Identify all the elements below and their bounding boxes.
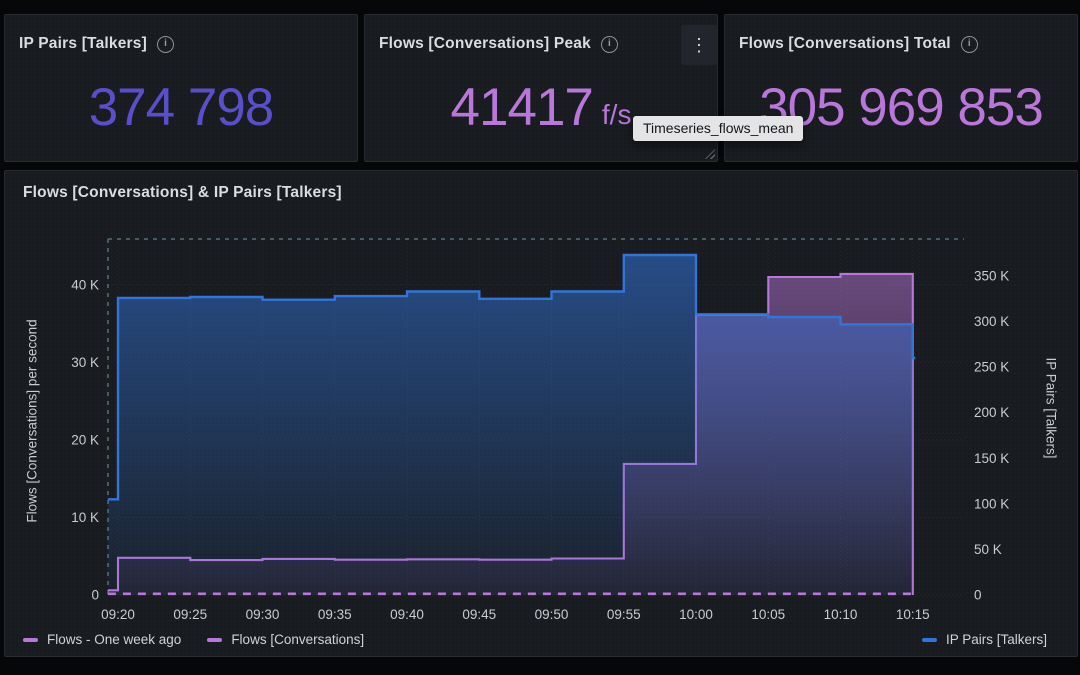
panel-header: Flows [Conversations] Total i [725, 15, 1077, 53]
svg-text:50 K: 50 K [974, 542, 1002, 557]
svg-text:10 K: 10 K [71, 510, 99, 525]
svg-text:350 K: 350 K [974, 269, 1009, 284]
tooltip: Timeseries_flows_mean [633, 116, 803, 141]
svg-text:09:30: 09:30 [246, 607, 280, 622]
y-axis-label-left: Flows [Conversations] per second [25, 319, 40, 522]
svg-text:09:25: 09:25 [173, 607, 207, 622]
legend-swatch-icon [207, 638, 222, 642]
svg-text:10:00: 10:00 [679, 607, 713, 622]
svg-text:09:45: 09:45 [462, 607, 496, 622]
legend-item-flows[interactable]: Flows [Conversations] [207, 632, 364, 647]
legend-label: Flows - One week ago [47, 632, 181, 647]
svg-text:09:35: 09:35 [318, 607, 352, 622]
svg-text:150 K: 150 K [974, 451, 1009, 466]
panel-title: IP Pairs [Talkers] [19, 35, 147, 53]
timeseries-panel: Flows [Conversations] & IP Pairs [Talker… [4, 170, 1078, 657]
svg-text:10:05: 10:05 [751, 607, 785, 622]
svg-text:20 K: 20 K [71, 432, 99, 447]
info-icon[interactable]: i [157, 36, 174, 53]
svg-text:0: 0 [91, 588, 99, 603]
legend-label: IP Pairs [Talkers] [946, 632, 1047, 647]
svg-text:10:15: 10:15 [896, 607, 930, 622]
svg-text:09:55: 09:55 [607, 607, 641, 622]
panel-title: Flows [Conversations] Total [739, 35, 951, 53]
legend-item-flows-week-ago[interactable]: Flows - One week ago [23, 632, 181, 647]
svg-text:40 K: 40 K [71, 277, 99, 292]
svg-text:30 K: 30 K [71, 355, 99, 370]
svg-text:300 K: 300 K [974, 314, 1009, 329]
timeseries-plot[interactable]: 0 10 K 20 K 30 K 40 K 0 50 K 100 K 150 K 200 K 250… [5, 171, 1077, 656]
grafana-dashboard: { "stat_panels": [ {"title": "IP Pairs [… [0, 0, 1080, 675]
stat-value: 374 798 [5, 59, 357, 155]
svg-text:0: 0 [974, 588, 982, 603]
legend-label: Flows [Conversations] [231, 632, 364, 647]
panel-header: Flows [Conversations] Peak i [365, 15, 717, 53]
info-icon[interactable]: i [601, 36, 618, 53]
legend-item-ip-pairs[interactable]: IP Pairs [Talkers] [922, 632, 1047, 647]
panel-title: Flows [Conversations] Peak [379, 35, 591, 53]
stat-panel-ip-pairs: IP Pairs [Talkers] i 374 798 [4, 14, 358, 162]
legend: Flows - One week ago Flows [Conversation… [23, 632, 1047, 647]
info-icon[interactable]: i [961, 36, 978, 53]
svg-text:09:40: 09:40 [390, 607, 424, 622]
panel-header: IP Pairs [Talkers] i [5, 15, 357, 53]
svg-text:09:50: 09:50 [535, 607, 569, 622]
svg-text:09:20: 09:20 [101, 607, 135, 622]
y-axis-label-right: IP Pairs [Talkers] [1044, 357, 1059, 458]
stat-unit: f/s [602, 99, 632, 131]
svg-text:250 K: 250 K [974, 360, 1009, 375]
svg-text:200 K: 200 K [974, 405, 1009, 420]
legend-swatch-icon [23, 638, 38, 642]
svg-text:10:10: 10:10 [824, 607, 858, 622]
legend-swatch-icon [922, 638, 937, 642]
svg-text:100 K: 100 K [974, 496, 1009, 511]
